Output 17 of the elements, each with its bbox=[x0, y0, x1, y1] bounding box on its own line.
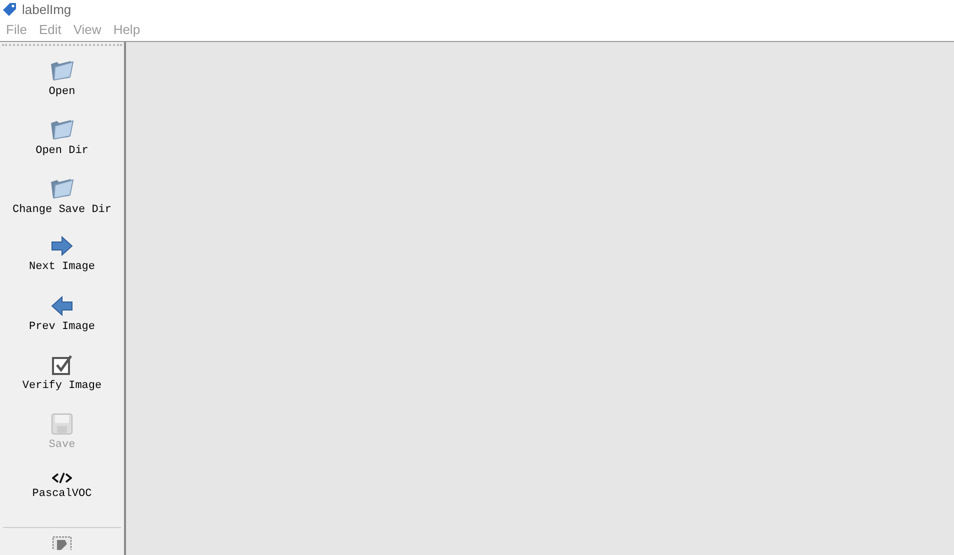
toolbar-button[interactable]: Change Save Dir bbox=[12, 169, 112, 228]
folder-icon bbox=[49, 117, 75, 142]
toolbar-button[interactable]: Open bbox=[48, 51, 76, 110]
app-icon bbox=[2, 2, 17, 16]
toolbar-button[interactable]: Prev Image bbox=[28, 288, 95, 347]
folder-icon bbox=[49, 58, 75, 82]
checkbox-icon bbox=[51, 354, 73, 376]
window-title: labelImg bbox=[22, 2, 72, 16]
selection-icon[interactable] bbox=[52, 536, 72, 550]
code-icon bbox=[52, 472, 72, 484]
toolbar-button[interactable]: Verify Image bbox=[22, 346, 102, 406]
right-arrow-icon bbox=[50, 235, 74, 258]
folder-icon bbox=[49, 176, 75, 200]
toolbar-button[interactable]: Open Dir bbox=[36, 110, 88, 170]
toolbar-button[interactable]: Next Image bbox=[28, 228, 95, 288]
toolbar-button[interactable]: PascalVOC bbox=[32, 464, 92, 524]
left-arrow-icon bbox=[50, 294, 74, 316]
